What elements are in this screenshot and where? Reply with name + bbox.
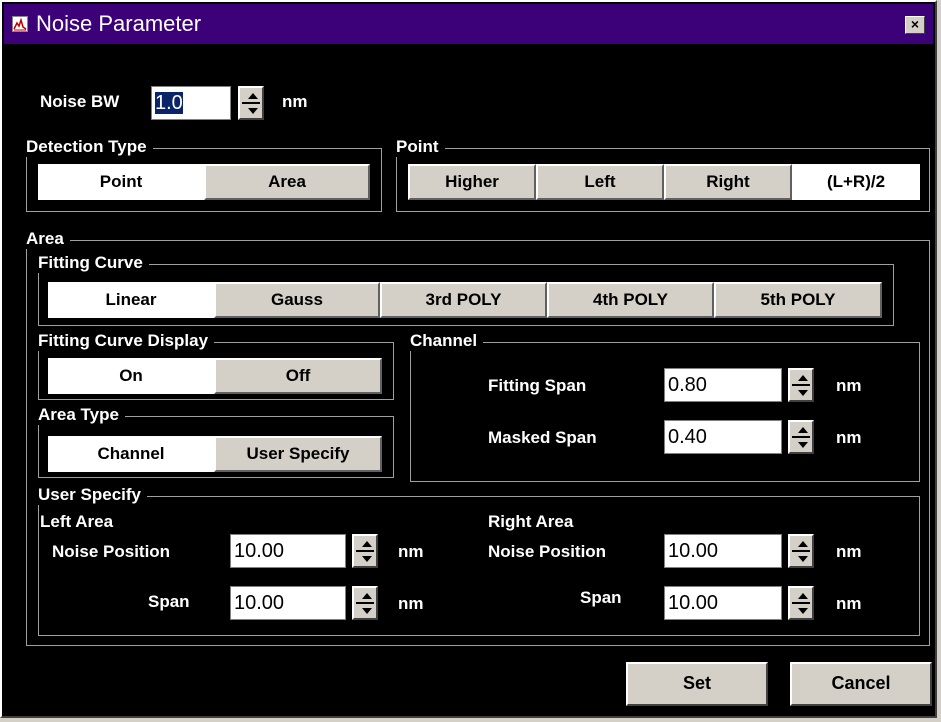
fitting-span-label: Fitting Span bbox=[488, 376, 587, 395]
detection-type-legend: Detection Type bbox=[26, 137, 153, 157]
left-span-input[interactable]: 10.00 bbox=[230, 586, 346, 620]
cancel-button[interactable]: Cancel bbox=[790, 662, 932, 706]
title-bar[interactable]: Noise Parameter × bbox=[4, 4, 933, 44]
right-span-input[interactable]: 10.00 bbox=[664, 586, 782, 620]
left-noise-position-spinner[interactable] bbox=[352, 534, 378, 568]
fitting-curve-5th-poly-button[interactable]: 5th POLY bbox=[714, 282, 882, 318]
area-type-channel-button[interactable]: Channel bbox=[48, 436, 214, 472]
detection-type-point-button[interactable]: Point bbox=[38, 164, 204, 200]
left-noise-position-input[interactable]: 10.00 bbox=[230, 534, 346, 568]
close-button[interactable]: × bbox=[905, 16, 925, 34]
fitting-curve-3rd-poly-button[interactable]: 3rd POLY bbox=[380, 282, 547, 318]
left-noise-position-unit: nm bbox=[398, 542, 424, 561]
channel-legend: Channel bbox=[410, 331, 484, 351]
area-type-user-specify-button[interactable]: User Specify bbox=[214, 436, 382, 472]
left-span-spinner[interactable] bbox=[352, 586, 378, 620]
fitting-span-spinner[interactable] bbox=[788, 368, 814, 402]
right-span-spinner[interactable] bbox=[788, 586, 814, 620]
detection-type-area-button[interactable]: Area bbox=[204, 164, 370, 200]
point-average-button[interactable]: (L+R)/2 bbox=[792, 164, 920, 200]
point-higher-button[interactable]: Higher bbox=[408, 164, 536, 200]
channel-group: Channel bbox=[410, 331, 920, 482]
noise-bw-value: 1.0 bbox=[155, 92, 183, 114]
fitting-curve-4th-poly-button[interactable]: 4th POLY bbox=[547, 282, 714, 318]
left-noise-position-label: Noise Position bbox=[52, 542, 171, 561]
right-noise-position-input[interactable]: 10.00 bbox=[664, 534, 782, 568]
right-area-title: Right Area bbox=[488, 512, 574, 531]
right-span-label: Span bbox=[580, 588, 622, 607]
fitting-span-input[interactable]: 0.80 bbox=[664, 368, 782, 402]
area-legend: Area bbox=[26, 229, 70, 249]
left-area-title: Left Area bbox=[40, 512, 114, 531]
noise-bw-label: Noise BW bbox=[40, 92, 120, 111]
set-button[interactable]: Set bbox=[626, 662, 768, 706]
left-span-unit: nm bbox=[398, 594, 424, 613]
point-right-button[interactable]: Right bbox=[664, 164, 792, 200]
left-span-label: Span bbox=[148, 592, 190, 611]
fitting-curve-legend: Fitting Curve bbox=[38, 253, 149, 273]
fitting-curve-gauss-button[interactable]: Gauss bbox=[214, 282, 380, 318]
masked-span-unit: nm bbox=[836, 428, 862, 447]
noise-bw-input[interactable]: 1.0 bbox=[151, 86, 231, 120]
app-icon bbox=[12, 16, 28, 32]
right-span-unit: nm bbox=[836, 594, 862, 613]
masked-span-input[interactable]: 0.40 bbox=[664, 420, 782, 454]
point-legend: Point bbox=[396, 137, 445, 157]
fitting-span-unit: nm bbox=[836, 376, 862, 395]
area-type-legend: Area Type bbox=[38, 405, 125, 425]
masked-span-label: Masked Span bbox=[488, 428, 597, 447]
masked-span-spinner[interactable] bbox=[788, 420, 814, 454]
fitting-curve-linear-button[interactable]: Linear bbox=[48, 282, 214, 318]
noise-parameter-dialog: Noise Parameter × Noise BW 1.0 nm Detect… bbox=[0, 0, 937, 718]
noise-bw-unit: nm bbox=[282, 92, 308, 111]
point-left-button[interactable]: Left bbox=[536, 164, 664, 200]
right-noise-position-unit: nm bbox=[836, 542, 862, 561]
fitting-display-on-button[interactable]: On bbox=[48, 358, 214, 394]
fitting-curve-display-legend: Fitting Curve Display bbox=[38, 331, 215, 351]
right-noise-position-spinner[interactable] bbox=[788, 534, 814, 568]
fitting-display-off-button[interactable]: Off bbox=[214, 358, 382, 394]
user-specify-legend: User Specify bbox=[38, 485, 147, 505]
window-title: Noise Parameter bbox=[36, 11, 202, 36]
noise-bw-spinner[interactable] bbox=[238, 86, 264, 120]
right-noise-position-label: Noise Position bbox=[488, 542, 607, 561]
